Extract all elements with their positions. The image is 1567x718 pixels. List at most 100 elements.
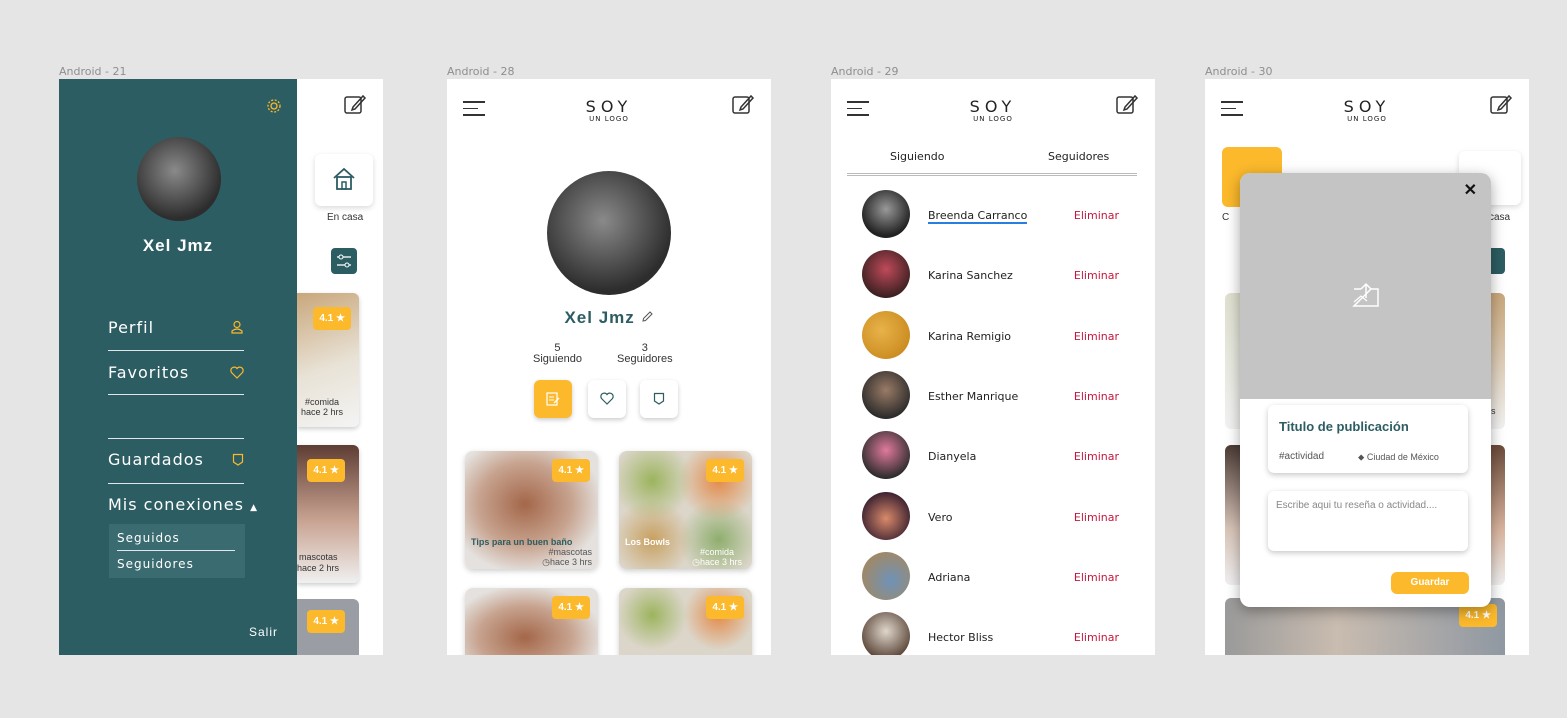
tab-seguidores[interactable]: Seguidores: [1048, 150, 1109, 163]
edit-icon[interactable]: [343, 93, 367, 117]
card-tag: mascotas: [299, 552, 338, 562]
pencil-icon[interactable]: [641, 310, 654, 323]
feed-card-3[interactable]: 4.1 ★: [297, 599, 359, 655]
save-button[interactable]: Guardar: [1391, 572, 1469, 594]
menu-item-guardados[interactable]: Guardados: [108, 450, 244, 469]
connection-name[interactable]: Vero: [928, 511, 952, 524]
avatar[interactable]: [862, 551, 910, 600]
post-info-card: Titulo de publicación #actividad ⬥ Ciuda…: [1268, 405, 1468, 473]
image-upload-area[interactable]: [1240, 173, 1491, 399]
menu-icon[interactable]: [1221, 101, 1243, 121]
connection-name[interactable]: Adriana: [928, 571, 970, 584]
caret-up-icon: ▲: [250, 503, 258, 513]
following-stat[interactable]: 5 Siguiendo: [533, 343, 582, 365]
rating-badge: 4.1 ★: [307, 459, 345, 482]
category-label: casa: [1489, 212, 1511, 223]
divider: [108, 438, 244, 439]
logout-link[interactable]: Salir: [249, 625, 278, 639]
post-card[interactable]: 4.1 ★ Tips para un buen baño #mascotas ◷…: [465, 451, 598, 569]
followers-stat[interactable]: 3 Seguidores: [617, 343, 673, 365]
connection-name[interactable]: Dianyela: [928, 450, 976, 463]
screen-drawer: En casa 4.1 ★ #comida hace 2 hrs 4.1 ★ m…: [59, 79, 383, 655]
menu-label: Mis conexiones: [108, 495, 244, 514]
remove-button[interactable]: Eliminar: [1074, 631, 1119, 644]
connection-name[interactable]: Karina Remigio: [928, 330, 1011, 343]
card-time-text: hace 3 hrs: [699, 557, 742, 567]
submenu: Seguidos Seguidores: [109, 524, 245, 578]
logo-sub: UN LOGO: [1347, 115, 1387, 123]
post-tag[interactable]: #actividad: [1279, 451, 1324, 462]
edit-icon[interactable]: [1115, 93, 1139, 117]
menu-icon[interactable]: [847, 101, 869, 121]
filter-button[interactable]: [331, 248, 357, 274]
category-home[interactable]: [315, 154, 373, 206]
tab-favorites[interactable]: [588, 380, 626, 418]
divider: [108, 483, 244, 484]
logo-main: SOY: [585, 97, 633, 116]
remove-button[interactable]: Eliminar: [1074, 209, 1119, 222]
edit-icon[interactable]: [1489, 93, 1513, 117]
avatar[interactable]: [862, 250, 910, 299]
frame-label-21: Android - 21: [59, 65, 127, 78]
menu-item-conexiones[interactable]: Mis conexiones ▲: [108, 495, 258, 514]
remove-button[interactable]: Eliminar: [1074, 390, 1119, 403]
logo-sub: UN LOGO: [973, 115, 1013, 123]
tab-saved[interactable]: [640, 380, 678, 418]
avatar[interactable]: [862, 431, 910, 480]
rating-badge: 4.1 ★: [706, 459, 744, 482]
card-tag: #mascotas: [548, 547, 592, 557]
card-tag: #comida: [305, 397, 340, 407]
frame-label-28: Android - 28: [447, 65, 515, 78]
review-textarea[interactable]: Escribe aqui tu reseña o actividad....: [1268, 491, 1468, 551]
gear-icon[interactable]: [266, 98, 282, 114]
avatar[interactable]: [862, 612, 910, 655]
avatar[interactable]: [862, 190, 910, 238]
avatar[interactable]: [862, 310, 910, 359]
tab-siguiendo[interactable]: Siguiendo: [890, 150, 945, 163]
submenu-item-seguidos[interactable]: Seguidos: [117, 531, 180, 545]
rating-badge: 4.1 ★: [552, 459, 590, 482]
close-icon[interactable]: ✕: [1464, 180, 1477, 200]
menu-icon[interactable]: [463, 101, 485, 121]
stat-label: Seguidores: [617, 353, 673, 365]
post-card[interactable]: 4.1 ★: [619, 588, 752, 655]
connection-name[interactable]: Karina Sanchez: [928, 269, 1013, 282]
logo: SOY UN LOGO: [1344, 99, 1391, 124]
submenu-item-seguidores[interactable]: Seguidores: [117, 557, 194, 571]
frame-label-30: Android - 30: [1205, 65, 1273, 78]
connection-name[interactable]: Esther Manrique: [928, 390, 1018, 403]
post-title[interactable]: Titulo de publicación: [1279, 419, 1409, 434]
avatar[interactable]: [547, 171, 671, 295]
post-card[interactable]: 4.1 ★ Los Bowls #comida ◷hace 3 hrs: [619, 451, 752, 569]
divider: [117, 550, 235, 551]
post-card[interactable]: 4.1 ★: [465, 588, 598, 655]
logo-sub: UN LOGO: [589, 115, 629, 123]
remove-button[interactable]: Eliminar: [1074, 269, 1119, 282]
menu-item-favoritos[interactable]: Favoritos: [108, 363, 244, 382]
remove-button[interactable]: Eliminar: [1074, 571, 1119, 584]
connection-name[interactable]: Hector Bliss: [928, 631, 993, 644]
remove-button[interactable]: Eliminar: [1074, 330, 1119, 343]
edit-icon[interactable]: [731, 93, 755, 117]
avatar[interactable]: [862, 370, 910, 419]
stat-label: Siguiendo: [533, 353, 582, 365]
remove-button[interactable]: Eliminar: [1074, 450, 1119, 463]
screen-profile: SOY UN LOGO Xel Jmz 5 Siguiendo 3 Seguid…: [447, 79, 771, 655]
tab-posts[interactable]: [534, 380, 572, 418]
avatar[interactable]: [862, 491, 910, 540]
feed-card-2[interactable]: 4.1 ★ mascotas hace 2 hrs: [297, 445, 359, 583]
profile-name: Xel Jmz: [564, 308, 635, 327]
home-icon: [333, 167, 355, 190]
remove-button[interactable]: Eliminar: [1074, 511, 1119, 524]
feed-card-1[interactable]: 4.1 ★ #comida hace 2 hrs: [297, 293, 359, 427]
post-location[interactable]: ⬥ Ciudad de México: [1358, 452, 1439, 463]
connection-name[interactable]: Breenda Carranco: [928, 209, 1028, 224]
category-label: En casa: [327, 212, 364, 223]
menu-label: Favoritos: [108, 363, 190, 382]
card-tag: #comida: [699, 547, 734, 557]
menu-item-perfil[interactable]: Perfil: [108, 318, 244, 337]
avatar[interactable]: [137, 137, 221, 221]
filter-icon: [337, 254, 351, 268]
background-feed: En casa 4.1 ★ #comida hace 2 hrs 4.1 ★ m…: [297, 79, 383, 655]
clock-icon: ◷: [692, 557, 700, 567]
